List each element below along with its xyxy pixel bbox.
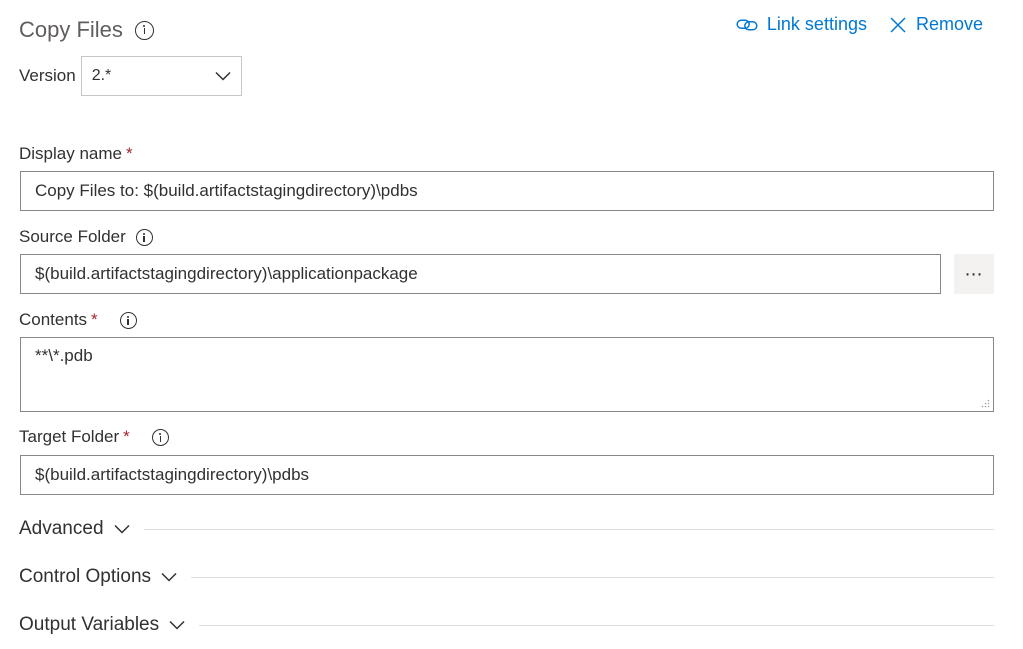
info-icon[interactable] [151,428,169,446]
task-title-text: Copy Files [19,17,123,42]
target-folder-input[interactable]: $(build.artifactstagingdirectory)\pdbs [20,455,994,495]
version-row: Version 2.* [19,56,242,96]
chevron-down-icon [161,572,177,582]
display-name-value: Copy Files to: $(build.artifactstagingdi… [35,181,418,200]
display-name-label-text: Display name [19,144,122,163]
target-folder-label: Target Folder * [19,426,169,448]
remove-label: Remove [915,14,983,34]
control-options-section-title: Control Options [19,566,152,587]
remove-button[interactable]: Remove [889,14,983,35]
link-settings-label: Link settings [766,14,867,34]
required-marker: * [91,310,98,329]
info-icon[interactable] [119,311,137,329]
info-icon[interactable] [135,228,153,246]
link-icon [736,18,758,31]
browse-source-folder-button[interactable]: ⋯ [954,254,994,294]
target-folder-value: $(build.artifactstagingdirectory)\pdbs [35,465,310,484]
contents-value: **\*.pdb [35,346,93,365]
source-folder-label: Source Folder [19,226,153,248]
resize-grip-icon[interactable] [980,398,990,408]
required-marker: * [126,144,133,163]
section-divider [143,528,994,530]
version-value: 2.* [91,67,112,84]
header-actions: Link settings Remove [736,14,983,35]
source-folder-input[interactable]: $(build.artifactstagingdirectory)\applic… [20,254,941,294]
chevron-down-icon [169,620,185,630]
source-folder-label-text: Source Folder [19,227,126,246]
display-name-input[interactable]: Copy Files to: $(build.artifactstagingdi… [20,171,994,211]
output-variables-section-header[interactable]: Output Variables [19,611,994,639]
info-icon[interactable] [134,20,154,40]
section-divider [199,624,994,626]
required-marker: * [123,427,130,446]
source-folder-value: $(build.artifactstagingdirectory)\applic… [35,264,418,283]
display-name-label: Display name * [19,143,133,165]
link-settings-button[interactable]: Link settings [736,14,867,35]
advanced-section-header[interactable]: Advanced [19,515,994,543]
version-label: Version [19,66,76,85]
output-variables-section-title: Output Variables [19,614,160,635]
contents-textarea[interactable]: **\*.pdb [20,337,994,412]
target-folder-label-text: Target Folder [19,427,120,446]
close-icon [890,16,906,33]
task-title: Copy Files [19,15,154,45]
contents-label-text: Contents [19,310,88,329]
control-options-section-header[interactable]: Control Options [19,563,994,591]
section-divider [191,576,994,578]
version-select[interactable]: 2.* [80,56,242,96]
advanced-section-title: Advanced [19,518,104,539]
chevron-down-icon [215,71,231,81]
contents-label: Contents * [19,309,137,331]
ellipsis-icon: ⋯ [964,263,984,284]
chevron-down-icon [113,524,130,534]
copy-files-task-panel: Copy Files Link settings Remove Version … [0,0,1023,649]
